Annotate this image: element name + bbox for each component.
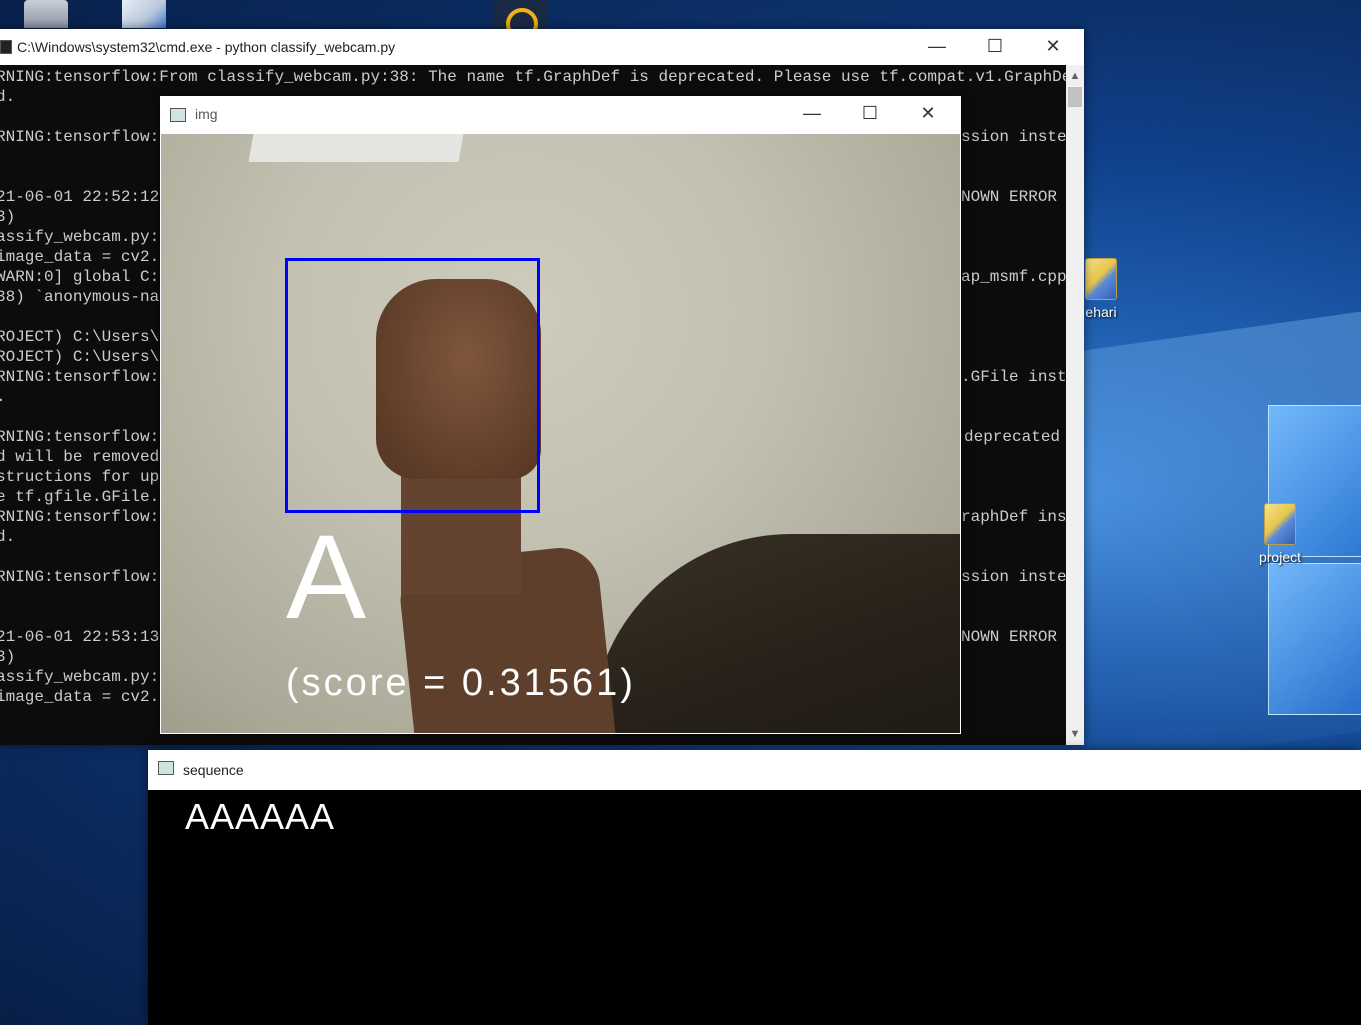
img-window[interactable]: img — ☐ ✕ A (score = 0.31561) bbox=[160, 96, 961, 734]
detection-bounding-box bbox=[285, 258, 540, 513]
maximize-button[interactable]: ☐ bbox=[966, 29, 1024, 63]
console-line: 21-06-01 22:53:13. bbox=[0, 628, 169, 646]
console-line: 21-06-01 22:52:12. bbox=[0, 188, 169, 206]
console-line: RNING:tensorflow:From classify_webcam.py… bbox=[0, 68, 1066, 86]
console-line: ssion instea bbox=[961, 128, 1066, 146]
spreadsheet-icon[interactable] bbox=[122, 0, 166, 28]
console-line: ap_msmf.cpp bbox=[961, 268, 1066, 286]
recycle-bin-icon[interactable] bbox=[24, 0, 68, 28]
scroll-down-arrow-icon[interactable]: ▼ bbox=[1066, 725, 1084, 743]
cmd-titlebar[interactable]: C:\Windows\system32\cmd.exe - python cla… bbox=[0, 29, 1084, 65]
shirt-region bbox=[591, 534, 960, 733]
folder-icon bbox=[1085, 258, 1117, 300]
close-button[interactable]: ✕ bbox=[1024, 29, 1082, 63]
console-line: RNING:tensorflow:F bbox=[0, 368, 169, 386]
predicted-letter: A bbox=[286, 510, 368, 644]
img-titlebar[interactable]: img — ☐ ✕ bbox=[160, 96, 961, 132]
console-line: image_data = cv2.i bbox=[0, 248, 169, 266]
console-line: d. bbox=[0, 528, 16, 546]
console-line: assify_webcam.py:6 bbox=[0, 228, 169, 246]
cmd-scrollbar[interactable]: ▲ ▼ bbox=[1066, 65, 1084, 745]
cmd-icon bbox=[0, 40, 12, 54]
scroll-up-arrow-icon[interactable]: ▲ bbox=[1066, 67, 1084, 85]
scroll-thumb[interactable] bbox=[1068, 87, 1082, 107]
console-line: deprecated bbox=[964, 428, 1061, 446]
maximize-button[interactable]: ☐ bbox=[841, 96, 899, 130]
minimize-button[interactable]: — bbox=[783, 96, 841, 130]
desktop-icon-label: project bbox=[1258, 549, 1302, 565]
cmd-title: C:\Windows\system32\cmd.exe - python cla… bbox=[17, 39, 396, 55]
console-line: WARN:0] global C:\ bbox=[0, 268, 169, 286]
desktop-icon-project[interactable]: project bbox=[1245, 503, 1315, 565]
console-line: ssion instea bbox=[961, 568, 1066, 586]
close-button[interactable]: ✕ bbox=[899, 96, 957, 130]
console-line: ROJECT) C:\Users\S bbox=[0, 348, 169, 366]
console-line: 3) bbox=[0, 648, 16, 666]
console-line: RNING:tensorflow:F bbox=[0, 428, 169, 446]
console-line: ROJECT) C:\Users\S bbox=[0, 328, 169, 346]
console-line: d will be removed bbox=[0, 448, 160, 466]
prediction-score: (score = 0.31561) bbox=[286, 662, 636, 704]
console-line: NOWN ERROR ( bbox=[961, 628, 1066, 646]
console-line: .GFile inste bbox=[961, 368, 1066, 386]
console-line: 38) `anonymous-nam bbox=[0, 288, 169, 306]
console-line: RNING:tensorflow:F bbox=[0, 508, 169, 526]
console-line: raphDef inst bbox=[961, 508, 1066, 526]
desktop-icon-label: ehari bbox=[1085, 304, 1117, 320]
console-line: assify_webcam.py:6 bbox=[0, 668, 169, 686]
sequence-window[interactable]: sequence AAAAAA bbox=[148, 750, 1361, 1025]
window-icon bbox=[158, 761, 174, 775]
minimize-button[interactable]: — bbox=[908, 29, 966, 63]
console-line: . bbox=[0, 387, 6, 407]
sequence-text: AAAAAA bbox=[185, 796, 336, 837]
console-line: image_data = cv2.i bbox=[0, 688, 169, 706]
console-line: d. bbox=[0, 88, 16, 106]
app-shortcut-icon[interactable] bbox=[494, 0, 548, 40]
img-title: img bbox=[195, 106, 218, 122]
window-icon bbox=[170, 108, 186, 122]
console-line: e tf.gfile.GFile. bbox=[0, 488, 160, 506]
console-line: NOWN ERROR ( bbox=[961, 188, 1066, 206]
console-line: 3) bbox=[0, 208, 16, 226]
console-line: RNING:tensorflow:F bbox=[0, 128, 169, 146]
sequence-title: sequence bbox=[183, 762, 244, 778]
console-line: RNING:tensorflow:F bbox=[0, 568, 169, 586]
folder-icon bbox=[1264, 503, 1296, 545]
sequence-titlebar[interactable]: sequence bbox=[148, 750, 1361, 790]
wall-switch-plate bbox=[248, 134, 464, 162]
webcam-frame: A (score = 0.31561) bbox=[161, 134, 960, 733]
sequence-canvas: AAAAAA bbox=[148, 790, 1361, 1025]
console-line: structions for upd bbox=[0, 468, 169, 486]
